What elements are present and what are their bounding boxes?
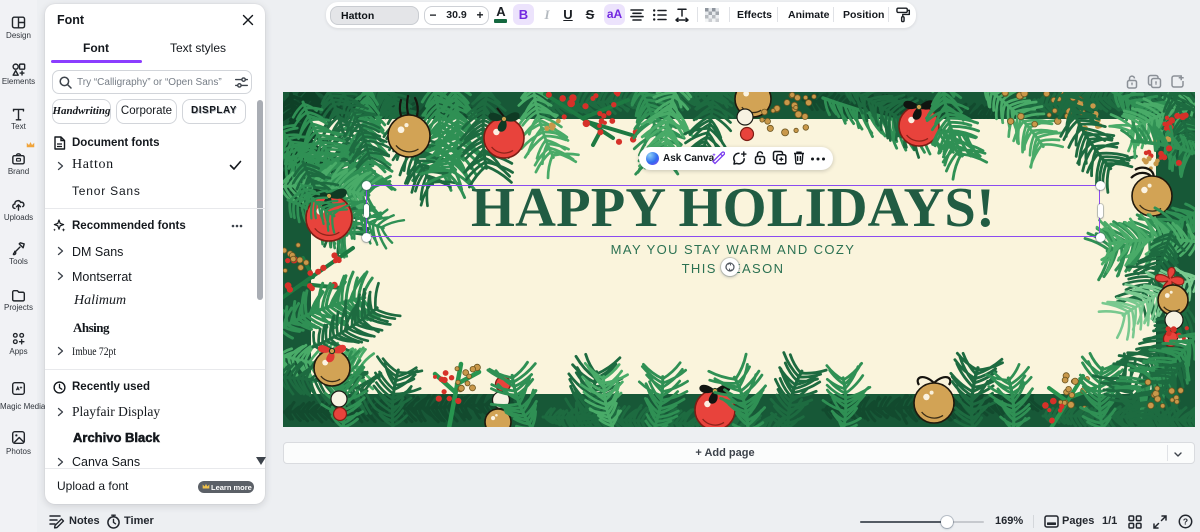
svg-text:?: ? bbox=[1183, 517, 1188, 527]
